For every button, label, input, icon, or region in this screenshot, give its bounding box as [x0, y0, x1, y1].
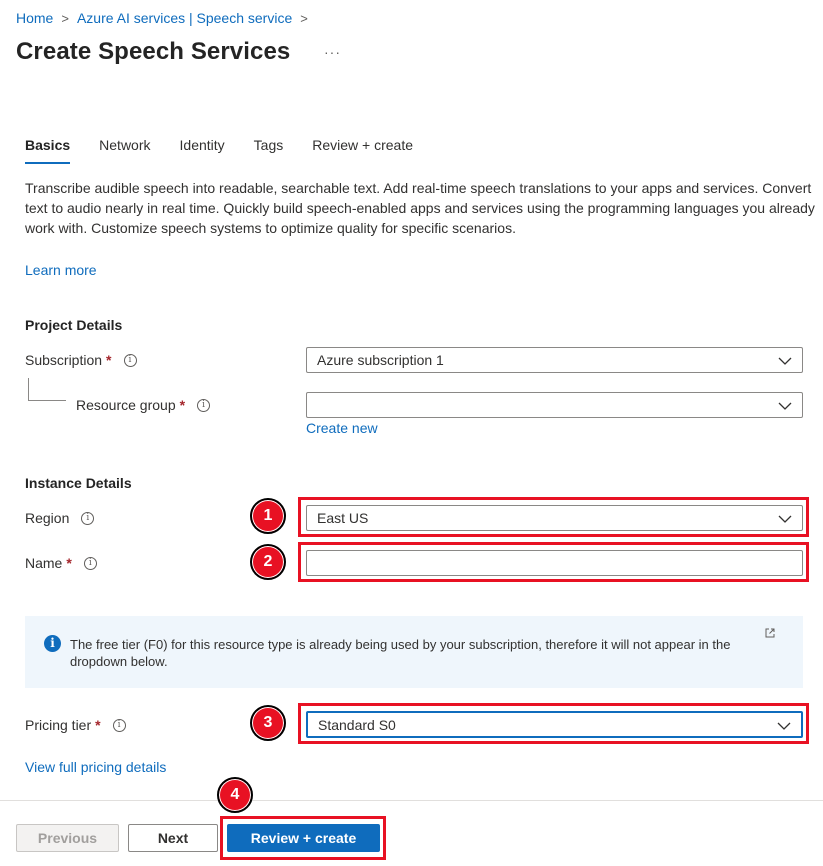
callout-highlight-region — [298, 497, 809, 537]
chevron-down-icon — [778, 402, 792, 410]
free-tier-notice: i The free tier (F0) for this resource t… — [25, 616, 803, 688]
create-new-resource-group-link[interactable]: Create new — [306, 420, 378, 436]
info-icon[interactable]: i — [197, 398, 211, 412]
project-details-heading: Project Details — [25, 317, 123, 333]
required-asterisk: * — [66, 555, 72, 571]
previous-button[interactable]: Previous — [16, 824, 119, 852]
required-asterisk: * — [106, 352, 112, 368]
tab-basics[interactable]: Basics — [25, 136, 71, 164]
callout-highlight-name — [298, 542, 809, 582]
breadcrumb-home[interactable]: Home — [16, 10, 53, 26]
info-filled-icon: i — [44, 635, 61, 652]
footer-divider — [0, 800, 823, 801]
pricing-tier-label: Pricing tier * i — [25, 715, 126, 735]
subscription-label-text: Subscription — [25, 352, 103, 368]
info-icon[interactable]: i — [112, 718, 126, 732]
tab-tags[interactable]: Tags — [254, 136, 284, 164]
resource-group-label-text: Resource group — [76, 397, 176, 413]
subscription-label: Subscription * i — [25, 350, 137, 370]
more-options-icon[interactable]: ··· — [324, 44, 341, 60]
notice-text: The free tier (F0) for this resource typ… — [70, 637, 731, 669]
chevron-right-icon: > — [300, 10, 308, 26]
tab-bar: Basics Network Identity Tags Review + cr… — [25, 136, 442, 164]
callout-highlight-pricing — [298, 703, 809, 744]
info-icon[interactable]: i — [81, 511, 95, 525]
name-label-text: Name — [25, 555, 63, 571]
region-label: Region i — [25, 508, 95, 528]
tab-identity[interactable]: Identity — [180, 136, 225, 164]
name-label: Name * i — [25, 553, 97, 573]
info-icon[interactable]: i — [123, 353, 137, 367]
next-button[interactable]: Next — [128, 824, 218, 852]
info-icon[interactable]: i — [83, 556, 97, 570]
external-link-icon[interactable] — [765, 628, 775, 638]
service-description: Transcribe audible speech into readable,… — [25, 180, 815, 236]
callout-highlight-review-create — [220, 816, 386, 860]
callout-badge-2: 2 — [250, 544, 286, 580]
tab-network[interactable]: Network — [99, 136, 150, 164]
resource-group-dropdown[interactable] — [306, 392, 803, 418]
learn-more-link[interactable]: Learn more — [25, 262, 97, 278]
callout-badge-1: 1 — [250, 498, 286, 534]
instance-details-heading: Instance Details — [25, 475, 132, 491]
view-pricing-details-link[interactable]: View full pricing details — [25, 759, 166, 775]
pricing-tier-label-text: Pricing tier — [25, 717, 92, 733]
chevron-right-icon: > — [61, 10, 69, 26]
region-label-text: Region — [25, 510, 70, 526]
required-asterisk: * — [179, 397, 186, 413]
tree-connector — [28, 400, 66, 401]
subscription-dropdown[interactable]: Azure subscription 1 — [306, 347, 803, 373]
tab-review-create[interactable]: Review + create — [312, 136, 413, 164]
tree-connector — [28, 378, 29, 400]
subscription-value: Azure subscription 1 — [317, 352, 444, 368]
resource-group-label: Resource group * i — [76, 395, 211, 415]
breadcrumb: Home > Azure AI services | Speech servic… — [16, 9, 308, 27]
callout-badge-4: 4 — [217, 777, 253, 813]
required-asterisk: * — [95, 717, 101, 733]
page-title: Create Speech Services — [16, 38, 291, 65]
chevron-down-icon — [778, 357, 792, 365]
callout-badge-3: 3 — [250, 705, 286, 741]
breadcrumb-speech-service[interactable]: Azure AI services | Speech service — [77, 10, 292, 26]
